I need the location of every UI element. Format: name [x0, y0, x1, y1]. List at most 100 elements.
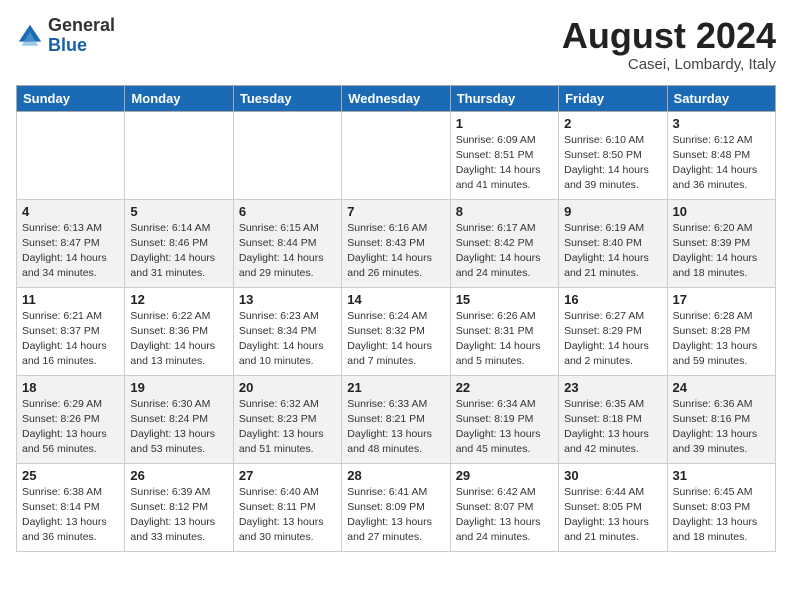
calendar-week-row: 1Sunrise: 6:09 AM Sunset: 8:51 PM Daylig…	[17, 111, 776, 199]
day-number: 14	[347, 292, 444, 307]
calendar-cell: 28Sunrise: 6:41 AM Sunset: 8:09 PM Dayli…	[342, 463, 450, 551]
day-info: Sunrise: 6:34 AM Sunset: 8:19 PM Dayligh…	[456, 397, 553, 458]
day-number: 23	[564, 380, 661, 395]
day-number: 8	[456, 204, 553, 219]
day-number: 20	[239, 380, 336, 395]
weekday-header-cell: Sunday	[17, 85, 125, 111]
day-info: Sunrise: 6:19 AM Sunset: 8:40 PM Dayligh…	[564, 221, 661, 282]
calendar-cell: 31 Sunrise: 6:45 AM Sunset: 8:03 PM Dayli…	[667, 463, 775, 551]
day-info: Sunrise: 6:12 AM Sunset: 8:48 PM Dayligh…	[673, 133, 770, 194]
calendar-cell: 12 Sunrise: 6:22 AM Sunset: 8:36 PM Dayli…	[125, 287, 233, 375]
calendar-cell: 25 Sunrise: 6:38 AM Sunset: 8:14 PM Dayli…	[17, 463, 125, 551]
day-info: Sunrise: 6:29 AM Sunset: 8:26 PM Dayligh…	[22, 397, 119, 458]
day-info: Sunrise: 6:24 AM Sunset: 8:32 PM Dayligh…	[347, 309, 444, 370]
day-number: 18	[22, 380, 119, 395]
day-number: 26	[130, 468, 227, 483]
day-info: Sunrise: 6:22 AM Sunset: 8:36 PM Dayligh…	[130, 309, 227, 370]
day-info: Sunrise: 6:40 AM Sunset: 8:11 PM Dayligh…	[239, 485, 336, 546]
day-number: 22	[456, 380, 553, 395]
calendar-cell: 24Sunrise: 6:36 AM Sunset: 8:16 PM Dayli…	[667, 375, 775, 463]
logo-blue-text: Blue	[48, 35, 87, 55]
day-info: Sunrise: 6:32 AM Sunset: 8:23 PM Dayligh…	[239, 397, 336, 458]
day-number: 9	[564, 204, 661, 219]
calendar-cell: 8Sunrise: 6:17 AM Sunset: 8:42 PM Daylig…	[450, 199, 558, 287]
day-info: Sunrise: 6:28 AM Sunset: 8:28 PM Dayligh…	[673, 309, 770, 370]
day-info: Sunrise: 6:38 AM Sunset: 8:14 PM Dayligh…	[22, 485, 119, 546]
day-info: Sunrise: 6:39 AM Sunset: 8:12 PM Dayligh…	[130, 485, 227, 546]
day-info: Sunrise: 6:33 AM Sunset: 8:21 PM Dayligh…	[347, 397, 444, 458]
weekday-header-cell: Thursday	[450, 85, 558, 111]
day-number: 10	[673, 204, 770, 219]
day-number: 19	[130, 380, 227, 395]
day-number: 17	[673, 292, 770, 307]
calendar-cell: 21 Sunrise: 6:33 AM Sunset: 8:21 PM Dayli…	[342, 375, 450, 463]
calendar-cell: 15 Sunrise: 6:26 AM Sunset: 8:31 PM Dayli…	[450, 287, 558, 375]
calendar-cell: 2Sunrise: 6:10 AM Sunset: 8:50 PM Daylig…	[559, 111, 667, 199]
calendar-cell: 29 Sunrise: 6:42 AM Sunset: 8:07 PM Dayli…	[450, 463, 558, 551]
calendar-cell: 30Sunrise: 6:44 AM Sunset: 8:05 PM Dayli…	[559, 463, 667, 551]
day-info: Sunrise: 6:21 AM Sunset: 8:37 PM Dayligh…	[22, 309, 119, 370]
weekday-header-row: SundayMondayTuesdayWednesdayThursdayFrid…	[17, 85, 776, 111]
day-number: 2	[564, 116, 661, 131]
header: General Blue August 2024 Casei, Lombardy…	[16, 16, 776, 73]
day-info: Sunrise: 6:16 AM Sunset: 8:43 PM Dayligh…	[347, 221, 444, 282]
day-info: Sunrise: 6:15 AM Sunset: 8:44 PM Dayligh…	[239, 221, 336, 282]
calendar-cell: 17 Sunrise: 6:28 AM Sunset: 8:28 PM Dayli…	[667, 287, 775, 375]
day-info: Sunrise: 6:14 AM Sunset: 8:46 PM Dayligh…	[130, 221, 227, 282]
day-number: 6	[239, 204, 336, 219]
day-number: 12	[130, 292, 227, 307]
calendar-cell: 13Sunrise: 6:23 AM Sunset: 8:34 PM Dayli…	[233, 287, 341, 375]
day-info: Sunrise: 6:42 AM Sunset: 8:07 PM Dayligh…	[456, 485, 553, 546]
day-info: Sunrise: 6:20 AM Sunset: 8:39 PM Dayligh…	[673, 221, 770, 282]
day-number: 25	[22, 468, 119, 483]
calendar-cell: 27 Sunrise: 6:40 AM Sunset: 8:11 PM Dayli…	[233, 463, 341, 551]
calendar-cell: 4 Sunrise: 6:13 AM Sunset: 8:47 PM Daylig…	[17, 199, 125, 287]
day-number: 30	[564, 468, 661, 483]
calendar-week-row: 25 Sunrise: 6:38 AM Sunset: 8:14 PM Dayli…	[17, 463, 776, 551]
day-number: 29	[456, 468, 553, 483]
calendar-cell: 6 Sunrise: 6:15 AM Sunset: 8:44 PM Daylig…	[233, 199, 341, 287]
day-info: Sunrise: 6:35 AM Sunset: 8:18 PM Dayligh…	[564, 397, 661, 458]
day-info: Sunrise: 6:26 AM Sunset: 8:31 PM Dayligh…	[456, 309, 553, 370]
day-number: 21	[347, 380, 444, 395]
calendar-cell	[233, 111, 341, 199]
calendar-cell: 19 Sunrise: 6:30 AM Sunset: 8:24 PM Dayli…	[125, 375, 233, 463]
day-info: Sunrise: 6:23 AM Sunset: 8:34 PM Dayligh…	[239, 309, 336, 370]
calendar-week-row: 18 Sunrise: 6:29 AM Sunset: 8:26 PM Dayli…	[17, 375, 776, 463]
calendar-cell: 23 Sunrise: 6:35 AM Sunset: 8:18 PM Dayli…	[559, 375, 667, 463]
calendar-cell: 1Sunrise: 6:09 AM Sunset: 8:51 PM Daylig…	[450, 111, 558, 199]
calendar-cell: 9 Sunrise: 6:19 AM Sunset: 8:40 PM Daylig…	[559, 199, 667, 287]
calendar-week-row: 4 Sunrise: 6:13 AM Sunset: 8:47 PM Daylig…	[17, 199, 776, 287]
day-number: 15	[456, 292, 553, 307]
day-info: Sunrise: 6:13 AM Sunset: 8:47 PM Dayligh…	[22, 221, 119, 282]
day-number: 16	[564, 292, 661, 307]
day-info: Sunrise: 6:41 AM Sunset: 8:09 PM Dayligh…	[347, 485, 444, 546]
weekday-header-cell: Friday	[559, 85, 667, 111]
logo-icon	[16, 22, 44, 50]
day-info: Sunrise: 6:36 AM Sunset: 8:16 PM Dayligh…	[673, 397, 770, 458]
calendar-cell: 20 Sunrise: 6:32 AM Sunset: 8:23 PM Dayli…	[233, 375, 341, 463]
day-number: 27	[239, 468, 336, 483]
calendar-cell: 7 Sunrise: 6:16 AM Sunset: 8:43 PM Daylig…	[342, 199, 450, 287]
day-number: 11	[22, 292, 119, 307]
day-number: 1	[456, 116, 553, 131]
day-number: 31	[673, 468, 770, 483]
day-number: 4	[22, 204, 119, 219]
calendar-body: 1Sunrise: 6:09 AM Sunset: 8:51 PM Daylig…	[17, 111, 776, 551]
calendar-cell	[125, 111, 233, 199]
day-info: Sunrise: 6:45 AM Sunset: 8:03 PM Dayligh…	[673, 485, 770, 546]
month-year-title: August 2024	[562, 16, 776, 56]
calendar-cell: 18 Sunrise: 6:29 AM Sunset: 8:26 PM Dayli…	[17, 375, 125, 463]
day-info: Sunrise: 6:30 AM Sunset: 8:24 PM Dayligh…	[130, 397, 227, 458]
weekday-header-cell: Saturday	[667, 85, 775, 111]
calendar-cell: 3Sunrise: 6:12 AM Sunset: 8:48 PM Daylig…	[667, 111, 775, 199]
weekday-header-cell: Wednesday	[342, 85, 450, 111]
calendar-cell: 16Sunrise: 6:27 AM Sunset: 8:29 PM Dayli…	[559, 287, 667, 375]
calendar-cell: 5Sunrise: 6:14 AM Sunset: 8:46 PM Daylig…	[125, 199, 233, 287]
calendar-cell	[17, 111, 125, 199]
logo-general-text: General	[48, 15, 115, 35]
calendar-cell: 22 Sunrise: 6:34 AM Sunset: 8:19 PM Dayli…	[450, 375, 558, 463]
calendar-cell	[342, 111, 450, 199]
title-block: August 2024 Casei, Lombardy, Italy	[562, 16, 776, 73]
day-number: 7	[347, 204, 444, 219]
